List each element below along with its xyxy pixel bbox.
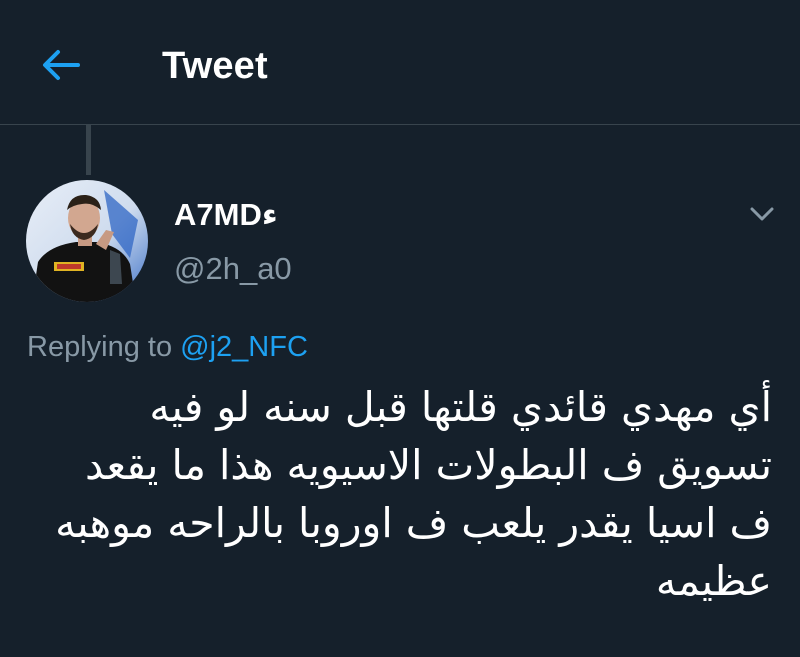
tweet-body: أي مهدي قائدي قلتها قبل سنه لو فيه تسويق… [12, 378, 772, 610]
author-display-name[interactable]: A7MDء [174, 196, 278, 234]
tweet-text-line: أي مهدي قائدي قلتها قبل سنه لو فيه [149, 383, 772, 431]
reply-mention-link[interactable]: @j2_NFC [180, 331, 308, 363]
page-title: Tweet [162, 45, 268, 87]
thread-connector-line [86, 125, 91, 175]
tweet-text-line: عظيمه [655, 557, 772, 605]
tweet-text-line: تسويق ف البطولات الاسيويه هذا ما يقعد [84, 441, 772, 489]
back-button[interactable] [38, 42, 84, 88]
replying-to-label: Replying to [27, 331, 173, 363]
chevron-down-icon [750, 207, 774, 221]
replying-to-line: Replying to @j2_NFC [27, 328, 308, 366]
arrow-left-icon [43, 50, 80, 80]
tweet-menu-button[interactable] [742, 196, 782, 232]
app-header: Tweet [0, 0, 800, 125]
tweet-text-line: ف اسيا يقدر يلعب ف اوروبا بالراحه موهبه [55, 499, 772, 547]
author-handle[interactable]: @2h_a0 [174, 250, 292, 288]
avatar[interactable] [26, 180, 148, 302]
user-avatar-photo [26, 180, 148, 302]
